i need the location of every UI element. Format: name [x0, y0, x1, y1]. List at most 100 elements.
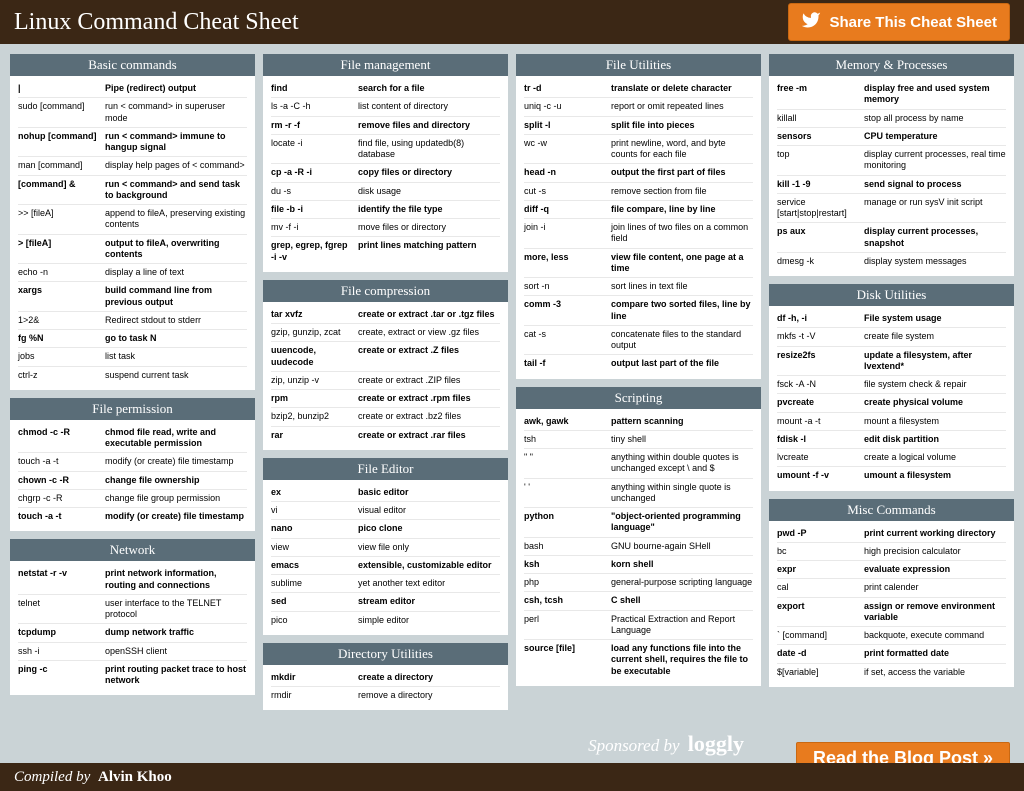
command-name: top: [777, 149, 864, 172]
command-desc: pattern scanning: [611, 416, 753, 427]
command-name: find: [271, 83, 358, 94]
command-name: mkfs -t -V: [777, 331, 864, 342]
command-desc: print current working directory: [864, 528, 1006, 539]
column: Memory & Processesfree -mdisplay free an…: [769, 54, 1014, 759]
command-row: exprevaluate expression: [777, 561, 1006, 579]
command-desc: evaluate expression: [864, 564, 1006, 575]
command-name: jobs: [18, 351, 105, 362]
card-body: tar xvfzcreate or extract .tar or .tgz f…: [263, 302, 508, 450]
command-name: tcpdump: [18, 627, 105, 638]
command-desc: CPU temperature: [864, 131, 1006, 142]
command-desc: run < command> and send task to backgrou…: [105, 179, 247, 202]
command-desc: output the first part of files: [611, 167, 753, 178]
command-row: pwd -Pprint current working directory: [777, 525, 1006, 543]
command-row: nohup [command]run < command> immune to …: [18, 128, 247, 158]
command-row: uuencode, uudecodecreate or extract .Z f…: [271, 342, 500, 372]
command-row: nanopico clone: [271, 520, 500, 538]
command-desc: print lines matching pattern: [358, 240, 500, 263]
command-desc: umount a filesystem: [864, 470, 1006, 481]
command-desc: file compare, line by line: [611, 204, 753, 215]
command-name: source [file]: [524, 643, 611, 677]
command-name: xargs: [18, 285, 105, 308]
share-button[interactable]: Share This Cheat Sheet: [788, 3, 1010, 41]
command-desc: send signal to process: [864, 179, 1006, 190]
card: Directory Utilitiesmkdircreate a directo…: [263, 643, 508, 711]
command-row: join -ijoin lines of two files on a comm…: [524, 219, 753, 249]
command-name: $[variable]: [777, 667, 864, 678]
command-desc: move files or directory: [358, 222, 500, 233]
command-row: ssh -iopenSSH client: [18, 643, 247, 661]
page-title: Linux Command Cheat Sheet: [14, 9, 299, 36]
card-body: findsearch for a filels -a -C -hlist con…: [263, 76, 508, 272]
command-row: ping -cprint routing packet trace to hos…: [18, 661, 247, 690]
command-row: touch -a -tmodify (or create) file times…: [18, 453, 247, 471]
card: Misc Commandspwd -Pprint current working…: [769, 499, 1014, 687]
command-desc: create physical volume: [864, 397, 1006, 408]
command-desc: change file group permission: [105, 493, 247, 504]
command-name: ssh -i: [18, 646, 105, 657]
command-name: telnet: [18, 598, 105, 621]
command-name: split -l: [524, 120, 611, 131]
command-row: date -dprint formatted date: [777, 645, 1006, 663]
command-desc: build command line from previous output: [105, 285, 247, 308]
card-header: File management: [263, 54, 508, 76]
card-body: pwd -Pprint current working directorybch…: [769, 521, 1014, 687]
command-row: rmdirremove a directory: [271, 687, 500, 704]
command-row: file -b -iidentify the file type: [271, 201, 500, 219]
command-desc: identify the file type: [358, 204, 500, 215]
command-name: free -m: [777, 83, 864, 106]
command-desc: search for a file: [358, 83, 500, 94]
command-name: resize2fs: [777, 350, 864, 373]
command-desc: create, extract or view .gz files: [358, 327, 500, 338]
command-name: chgrp -c -R: [18, 493, 105, 504]
command-desc: run < command> in superuser mode: [105, 101, 247, 124]
command-desc: append to fileA, preserving existing con…: [105, 208, 247, 231]
command-desc: translate or delete character: [611, 83, 753, 94]
command-desc: create a directory: [358, 672, 500, 683]
command-desc: user interface to the TELNET protocol: [105, 598, 247, 621]
command-row: pvcreatecreate physical volume: [777, 394, 1006, 412]
command-row: kill -1 -9send signal to process: [777, 176, 1006, 194]
command-name: " ": [524, 452, 611, 475]
command-desc: if set, access the variable: [864, 667, 1006, 678]
command-desc: anything within single quote is unchange…: [611, 482, 753, 505]
command-row: sedstream editor: [271, 593, 500, 611]
command-desc: chmod file read, write and executable pe…: [105, 427, 247, 450]
command-name: bash: [524, 541, 611, 552]
command-row: umount -f -vumount a filesystem: [777, 467, 1006, 484]
command-row: uniq -c -ureport or omit repeated lines: [524, 98, 753, 116]
command-desc: Practical Extraction and Report Language: [611, 614, 753, 637]
column: File managementfindsearch for a filels -…: [263, 54, 508, 759]
command-desc: stop all process by name: [864, 113, 1006, 124]
card: Memory & Processesfree -mdisplay free an…: [769, 54, 1014, 276]
command-name: lvcreate: [777, 452, 864, 463]
command-desc: create or extract .rpm files: [358, 393, 500, 404]
command-row: netstat -r -vprint network information, …: [18, 565, 247, 595]
card-header: Disk Utilities: [769, 284, 1014, 306]
command-desc: "object-oriented programming language": [611, 511, 753, 534]
command-desc: change file ownership: [105, 475, 247, 486]
command-name: sudo [command]: [18, 101, 105, 124]
command-desc: korn shell: [611, 559, 753, 570]
command-name: ' ': [524, 482, 611, 505]
command-row: gzip, gunzip, zcatcreate, extract or vie…: [271, 324, 500, 342]
command-desc: create or extract .tar or .tgz files: [358, 309, 500, 320]
card: File permissionchmod -c -Rchmod file rea…: [10, 398, 255, 532]
command-desc: pico clone: [358, 523, 500, 534]
command-row: phpgeneral-purpose scripting language: [524, 574, 753, 592]
card-body: exbasic editorvivisual editornanopico cl…: [263, 480, 508, 635]
command-desc: C shell: [611, 595, 753, 606]
command-desc: suspend current task: [105, 370, 247, 381]
command-name: sensors: [777, 131, 864, 142]
command-row: csh, tcshC shell: [524, 592, 753, 610]
command-name: bc: [777, 546, 864, 557]
command-row: split -lsplit file into pieces: [524, 117, 753, 135]
command-row: fsck -A -Nfile system check & repair: [777, 376, 1006, 394]
command-row: source [file]load any functions file int…: [524, 640, 753, 680]
command-row: mv -f -imove files or directory: [271, 219, 500, 237]
command-name: cal: [777, 582, 864, 593]
command-name: emacs: [271, 560, 358, 571]
command-desc: print routing packet trace to host netwo…: [105, 664, 247, 687]
command-name: pico: [271, 615, 358, 626]
command-name: > [fileA]: [18, 238, 105, 261]
